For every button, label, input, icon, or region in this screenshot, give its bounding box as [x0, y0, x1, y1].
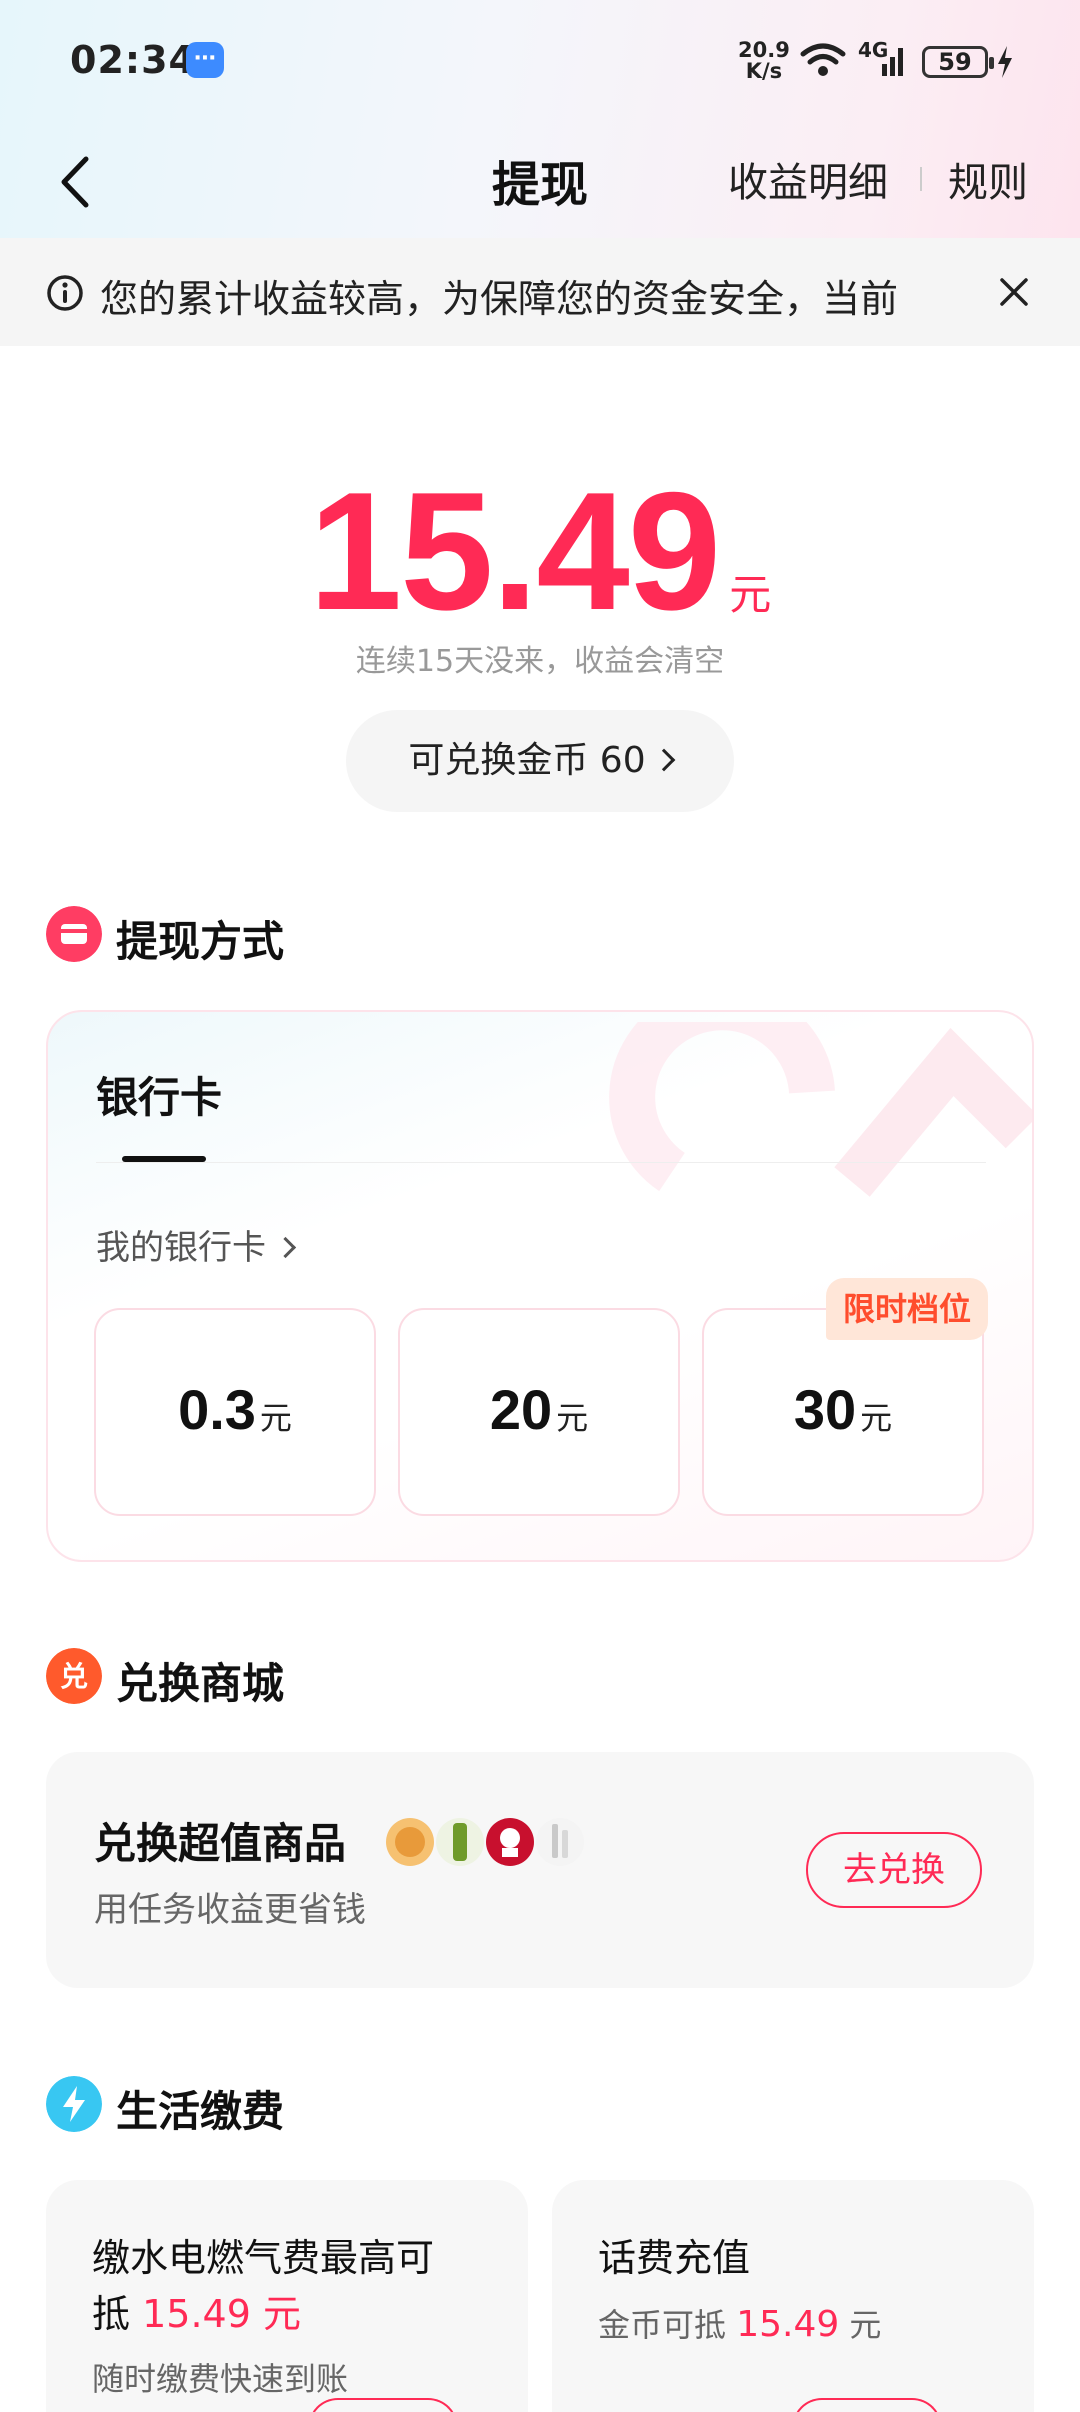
balance-display: 15.49 元 — [0, 455, 1080, 648]
phone-card-title: 话费充值 — [598, 2236, 751, 2280]
decorative-logo-watermark — [609, 1022, 1032, 1197]
utility-amount: 15.49 元 — [142, 2292, 301, 2336]
limited-time-badge: 限时档位 — [826, 1278, 988, 1340]
header-divider — [920, 167, 922, 191]
page-title: 提现 — [491, 157, 588, 213]
cosmetics-icon — [536, 1818, 584, 1866]
message-icon: ⋯ — [186, 42, 224, 78]
my-bank-card-link[interactable]: 我的银行卡 — [96, 1220, 297, 1269]
wifi-icon — [800, 43, 846, 76]
utility-payment-card[interactable]: 缴水电燃气费最高可 抵 15.49 元 随时缴费快速到账 — [46, 2180, 528, 2412]
mall-card-subtitle: 用任务收益更省钱 — [94, 1890, 366, 1930]
exchange-mall-card[interactable]: 兑换超值商品 用任务收益更省钱 去兑换 — [46, 1752, 1034, 1988]
section-title: 提现方式 — [116, 917, 285, 966]
svg-text:兑: 兑 — [60, 1660, 88, 1693]
status-bar: 02:34 ⋯ 20.9 K/s 4G 59 — [0, 0, 1080, 125]
utility-action-button[interactable] — [308, 2398, 458, 2412]
battery-icon: 59 — [922, 46, 994, 78]
notice-text: 您的累计收益较高，为保障您的资金安全，当前 — [100, 277, 899, 321]
tab-divider — [96, 1162, 986, 1163]
goods-thumbnails — [386, 1818, 584, 1866]
info-icon — [47, 275, 83, 311]
utility-card-title: 缴水电燃气费最高可 抵 15.49 元 — [92, 2236, 435, 2336]
earnings-detail-link[interactable]: 收益明细 — [728, 150, 888, 208]
phone-amount: 15.49 — [736, 2304, 840, 2345]
wallet-icon — [46, 906, 102, 962]
close-icon[interactable] — [996, 274, 1032, 310]
chevron-right-icon — [652, 748, 675, 772]
charging-icon — [998, 46, 1012, 78]
balance-unit: 元 — [729, 570, 772, 619]
tab-active-indicator — [122, 1156, 206, 1162]
chevron-right-icon — [274, 1236, 297, 1259]
nav-header: 提现 收益明细 规则 — [0, 125, 1080, 238]
phone-action-button[interactable] — [792, 2398, 942, 2412]
tab-bank-card[interactable]: 银行卡 — [96, 1064, 222, 1125]
snack-icon — [386, 1818, 434, 1866]
kfc-icon — [486, 1818, 534, 1866]
signal-icon — [882, 48, 903, 76]
utility-card-subtitle: 随时缴费快速到账 — [92, 2360, 349, 2398]
coin-exchange-button[interactable]: 可兑换金币 60 — [346, 710, 734, 812]
mall-card-title: 兑换超值商品 — [94, 1819, 347, 1868]
withdraw-option[interactable]: 0.3 元 — [94, 1308, 376, 1516]
phone-recharge-card[interactable]: 话费充值 金币可抵 15.49 元 — [552, 2180, 1034, 2412]
notice-bar: 您的累计收益较高，为保障您的资金安全，当前 — [0, 238, 1080, 346]
drink-icon — [436, 1818, 484, 1866]
balance-amount: 15.49 — [308, 457, 721, 645]
network-speed: 20.9 K/s — [738, 38, 790, 83]
go-exchange-button[interactable]: 去兑换 — [806, 1832, 982, 1908]
lightning-icon — [46, 2076, 102, 2132]
balance-tip: 连续15天没来，收益会清空 — [355, 644, 725, 679]
exchange-icon: 兑 — [46, 1648, 102, 1704]
withdraw-option[interactable]: 20 元 — [398, 1308, 680, 1516]
status-time: 02:34 — [70, 38, 196, 82]
section-title: 兑换商城 — [116, 1659, 285, 1708]
section-title: 生活缴费 — [116, 2087, 285, 2136]
phone-card-subtitle: 金币可抵 15.49 元 — [598, 2304, 882, 2345]
rules-link[interactable]: 规则 — [948, 150, 1028, 208]
